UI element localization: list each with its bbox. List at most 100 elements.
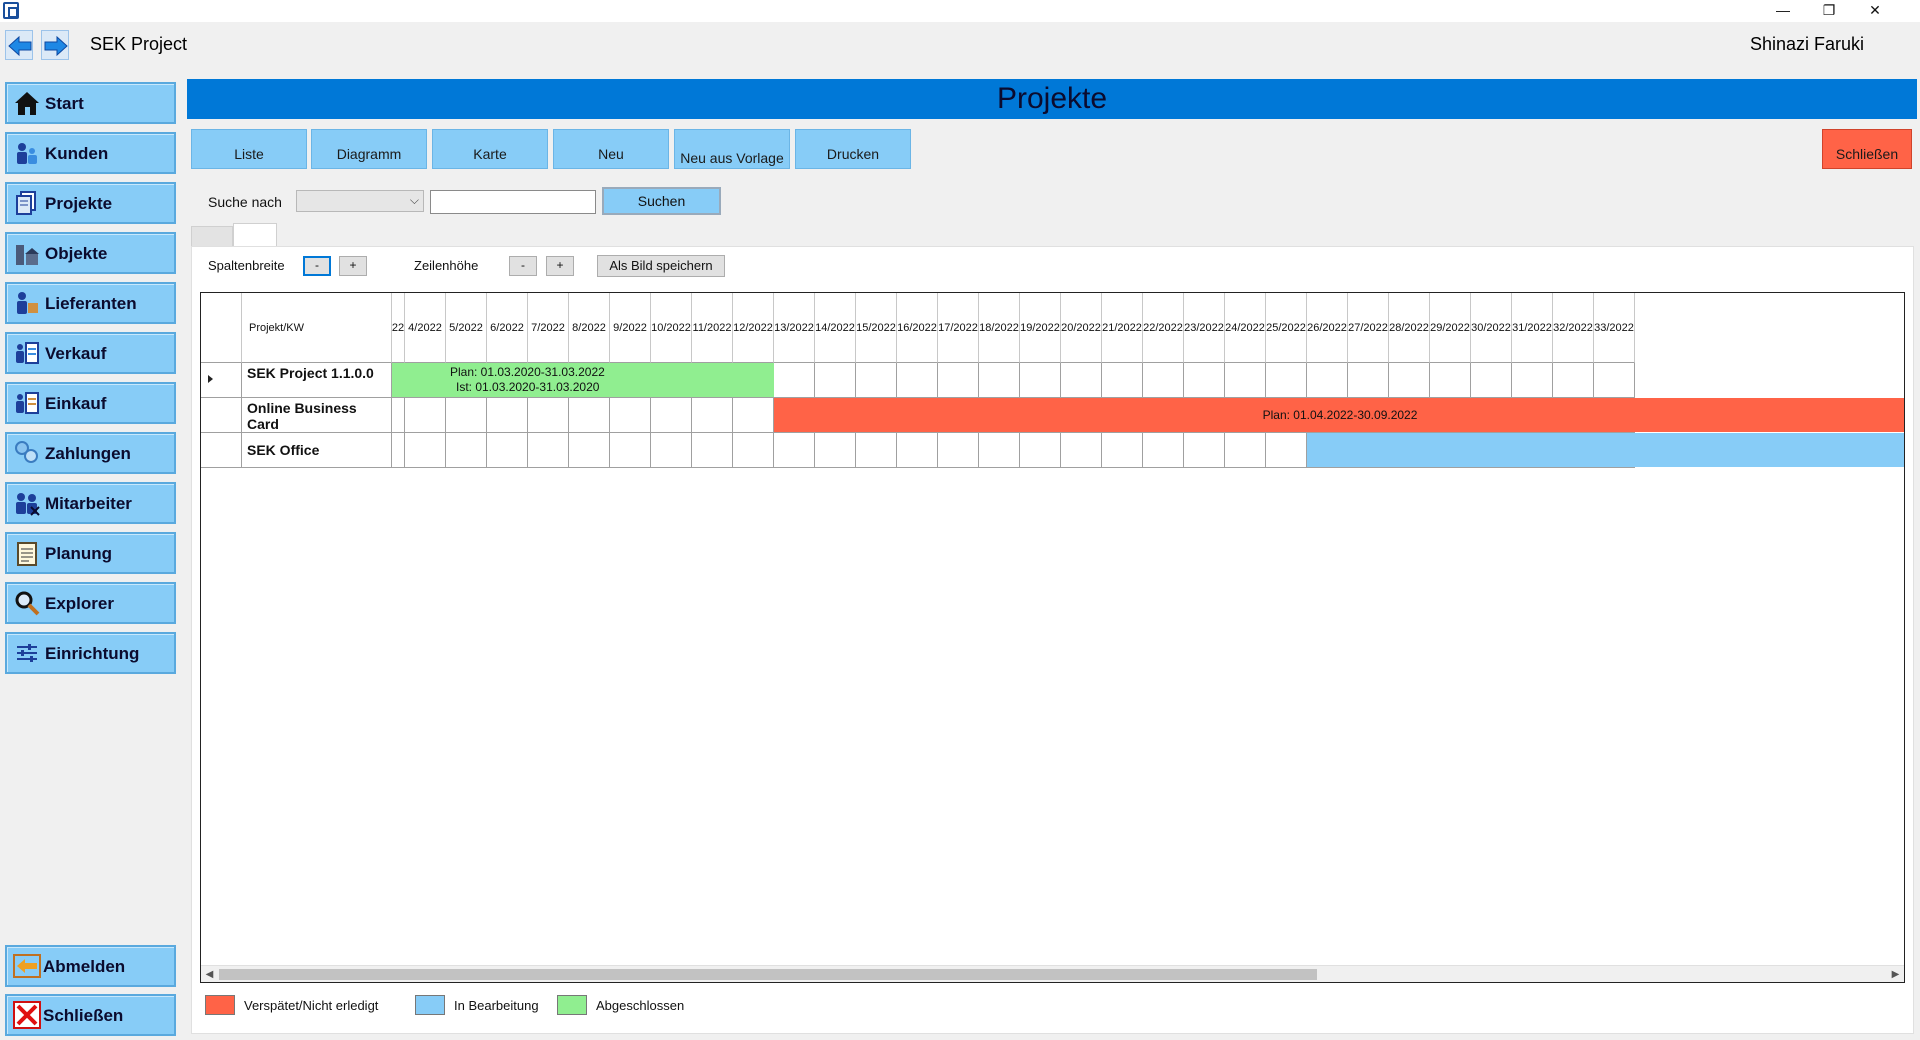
week-cell[interactable] (774, 433, 815, 468)
week-cell[interactable] (405, 433, 446, 468)
week-cell[interactable] (815, 363, 856, 398)
row-selector[interactable] (201, 433, 242, 468)
sidebar-close-button[interactable]: Schließen (5, 994, 176, 1036)
week-cell[interactable] (569, 398, 610, 433)
week-cell[interactable] (1225, 433, 1266, 468)
week-cell[interactable] (610, 398, 651, 433)
scrollbar-thumb[interactable] (219, 969, 1317, 980)
week-cell[interactable] (938, 363, 979, 398)
close-button[interactable]: Schließen (1822, 129, 1912, 169)
week-cell[interactable] (733, 433, 774, 468)
restore-button[interactable]: ❐ (1806, 0, 1852, 22)
minimize-button[interactable]: — (1760, 0, 1806, 22)
print-button[interactable]: Drucken (795, 129, 911, 169)
week-cell[interactable] (897, 363, 938, 398)
week-cell[interactable] (651, 433, 692, 468)
week-cell[interactable] (392, 433, 405, 468)
week-cell[interactable] (1184, 433, 1225, 468)
inner-tab-2[interactable] (233, 223, 277, 247)
gantt-bar[interactable] (1307, 433, 1904, 467)
week-cell[interactable] (1389, 363, 1430, 398)
tab-diagramm[interactable]: Diagramm (311, 129, 427, 169)
week-cell[interactable] (1102, 363, 1143, 398)
project-name[interactable]: SEK Project 1.1.0.0 (242, 363, 392, 398)
sidebar-item-verkauf[interactable]: Verkauf (5, 332, 176, 374)
week-cell[interactable] (1307, 363, 1348, 398)
back-button[interactable] (5, 30, 33, 60)
week-cell[interactable] (487, 433, 528, 468)
week-cell[interactable] (856, 433, 897, 468)
window-close-button[interactable]: ✕ (1852, 0, 1898, 22)
week-cell[interactable] (774, 363, 815, 398)
week-cell[interactable] (1553, 363, 1594, 398)
week-cell[interactable] (1143, 363, 1184, 398)
week-cell[interactable] (692, 433, 733, 468)
sidebar-item-kunden[interactable]: Kunden (5, 132, 176, 174)
scroll-left-icon[interactable]: ◀ (201, 966, 218, 982)
week-cell[interactable] (1020, 433, 1061, 468)
sidebar-item-objekte[interactable]: Objekte (5, 232, 176, 274)
horizontal-scrollbar[interactable]: ◀ ▶ (201, 965, 1904, 982)
scroll-right-icon[interactable]: ▶ (1887, 966, 1904, 982)
week-cell[interactable] (815, 433, 856, 468)
search-field-dropdown[interactable]: ⌵ (296, 190, 424, 212)
tab-liste[interactable]: Liste (191, 129, 307, 169)
tab-karte[interactable]: Karte (432, 129, 548, 169)
row-selector[interactable] (201, 398, 242, 433)
week-cell[interactable] (1430, 363, 1471, 398)
sidebar-item-explorer[interactable]: Explorer (5, 582, 176, 624)
column-width-increase-button[interactable]: + (339, 256, 367, 276)
sidebar-item-zahlungen[interactable]: Zahlungen (5, 432, 176, 474)
week-cell[interactable] (405, 398, 446, 433)
sidebar-item-einrichtung[interactable]: Einrichtung (5, 632, 176, 674)
week-cell[interactable] (1512, 363, 1553, 398)
week-cell[interactable] (733, 398, 774, 433)
new-button[interactable]: Neu (553, 129, 669, 169)
week-cell[interactable] (692, 398, 733, 433)
week-cell[interactable] (446, 433, 487, 468)
week-cell[interactable] (446, 398, 487, 433)
logout-button[interactable]: Abmelden (5, 945, 176, 987)
project-name[interactable]: SEK Office (242, 433, 392, 468)
gantt-bar[interactable]: Ist: 01.03.2020-31.03.2020 Plan: 01.03.20… (392, 363, 774, 397)
week-cell[interactable] (1266, 363, 1307, 398)
week-cell[interactable] (487, 398, 528, 433)
week-cell[interactable] (1061, 433, 1102, 468)
week-cell[interactable] (528, 398, 569, 433)
new-from-template-button[interactable]: Neu aus Vorlage (674, 129, 790, 169)
week-cell[interactable] (1020, 363, 1061, 398)
week-cell[interactable] (1061, 363, 1102, 398)
week-cell[interactable] (979, 433, 1020, 468)
week-cell[interactable] (569, 433, 610, 468)
save-as-image-button[interactable]: Als Bild speichern (597, 255, 725, 277)
week-cell[interactable] (1266, 433, 1307, 468)
sidebar-item-start[interactable]: Start (5, 82, 176, 124)
column-width-decrease-button[interactable]: - (303, 256, 331, 276)
search-input[interactable] (430, 190, 596, 214)
week-cell[interactable] (938, 433, 979, 468)
row-height-decrease-button[interactable]: - (509, 256, 537, 276)
sidebar-item-projekte[interactable]: Projekte (5, 182, 176, 224)
search-button[interactable]: Suchen (602, 187, 721, 215)
week-cell[interactable] (1184, 363, 1225, 398)
week-cell[interactable] (979, 363, 1020, 398)
project-name[interactable]: Online Business Card (242, 398, 392, 433)
sidebar-item-einkauf[interactable]: Einkauf (5, 382, 176, 424)
week-cell[interactable] (1143, 433, 1184, 468)
week-cell[interactable] (1348, 363, 1389, 398)
week-cell[interactable] (897, 433, 938, 468)
week-cell[interactable] (610, 433, 651, 468)
week-cell[interactable] (392, 398, 405, 433)
week-cell[interactable] (651, 398, 692, 433)
week-cell[interactable] (856, 363, 897, 398)
row-height-increase-button[interactable]: + (546, 256, 574, 276)
row-selector[interactable] (201, 363, 242, 398)
gantt-bar[interactable]: Plan: 01.04.2022-30.09.2022 (774, 398, 1904, 432)
week-cell[interactable] (1102, 433, 1143, 468)
inner-tab-1[interactable] (191, 226, 233, 246)
forward-button[interactable] (41, 30, 69, 60)
sidebar-item-mitarbeiter[interactable]: Mitarbeiter (5, 482, 176, 524)
sidebar-item-planung[interactable]: Planung (5, 532, 176, 574)
week-cell[interactable] (1225, 363, 1266, 398)
week-cell[interactable] (1594, 363, 1635, 398)
